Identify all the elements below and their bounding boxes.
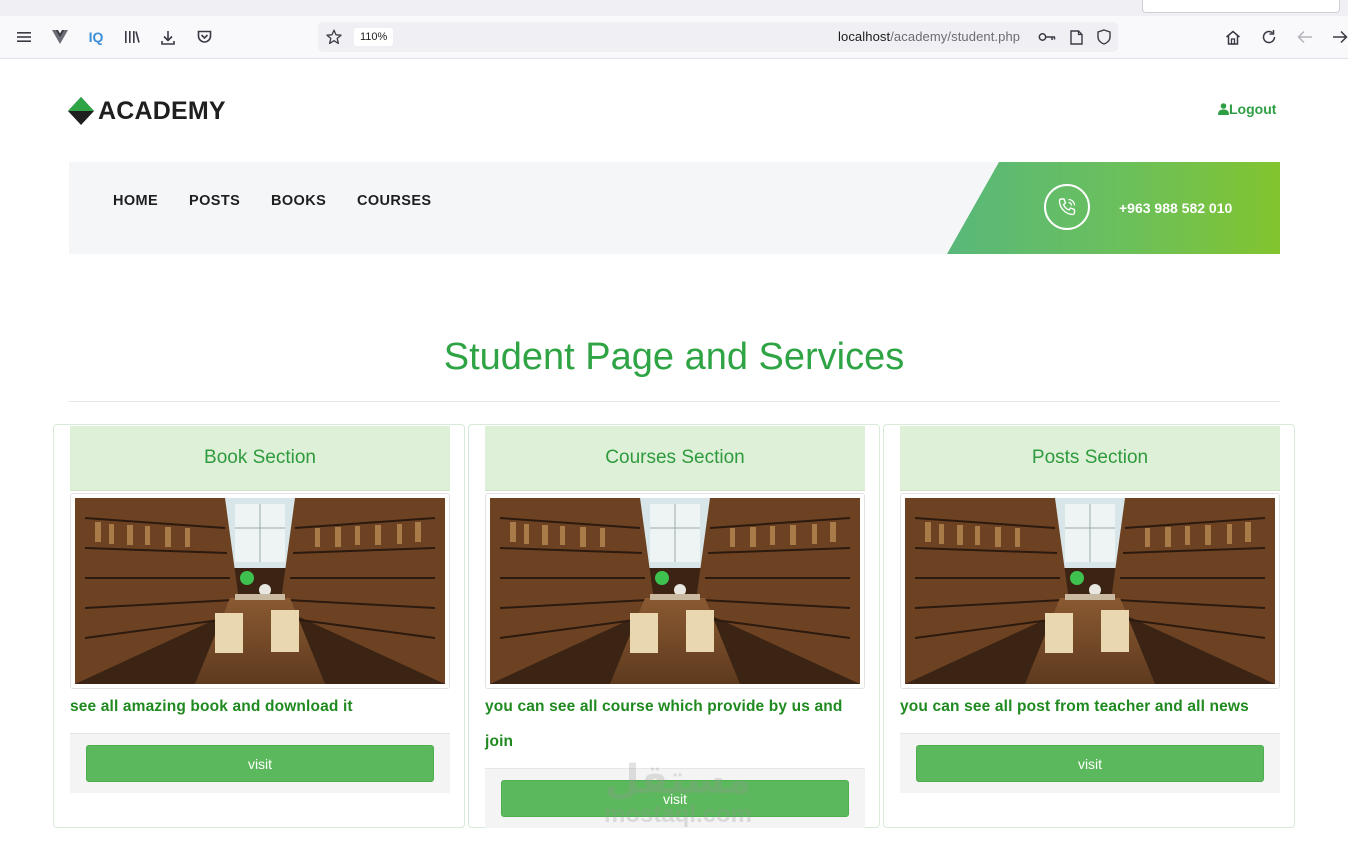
bookmark-star-icon[interactable] [324, 27, 344, 47]
reload-icon[interactable] [1259, 27, 1279, 47]
library-icon[interactable] [122, 27, 142, 47]
nav-item-posts[interactable]: POSTS [189, 193, 240, 209]
courses-section-card: Courses Section you can see all course w… [468, 424, 880, 828]
forward-arrow-icon[interactable] [1330, 27, 1348, 47]
card-title: Posts Section [900, 426, 1280, 491]
library-image [485, 493, 865, 689]
book-section-card: Book Section see all amazing book and do… [53, 424, 465, 828]
card-footer: visit [485, 768, 865, 828]
card-footer: visit [70, 733, 450, 793]
logo-diamond-icon [68, 97, 94, 125]
title-divider [68, 401, 1280, 402]
vue-devtools-icon[interactable] [50, 27, 70, 47]
nav-item-home[interactable]: HOME [113, 193, 158, 209]
zoom-level-badge[interactable]: 110% [354, 28, 394, 46]
phone-panel: +963 988 582 010 [947, 162, 1280, 254]
card-description: you can see all course which provide by … [485, 698, 843, 750]
visit-courses-button[interactable]: visit [501, 780, 849, 817]
library-image [900, 493, 1280, 689]
logout-link[interactable]: Logout [1218, 101, 1276, 117]
url-path: /academy/student.php [890, 29, 1021, 44]
nav-item-books[interactable]: BOOKS [271, 193, 326, 209]
library-image [70, 493, 450, 689]
visit-posts-button[interactable]: visit [916, 745, 1264, 782]
browser-toolbar: IQ 110% localhost/academy/student.php [0, 16, 1348, 59]
url-host: localhost [838, 29, 891, 44]
home-icon[interactable] [1223, 27, 1243, 47]
card-description: you can see all post from teacher and al… [900, 698, 1249, 715]
pocket-icon[interactable] [194, 27, 214, 47]
logout-label: Logout [1229, 101, 1277, 117]
reader-view-icon[interactable] [1066, 27, 1086, 47]
posts-section-card: Posts Section you can see all post from … [883, 424, 1295, 828]
user-icon [1218, 103, 1229, 115]
url-text[interactable]: localhost/academy/student.php [838, 29, 1020, 44]
card-footer: visit [900, 733, 1280, 793]
shield-icon[interactable] [1094, 27, 1114, 47]
nav-item-courses[interactable]: COURSES [357, 193, 432, 209]
download-icon[interactable] [158, 27, 178, 47]
visit-books-button[interactable]: visit [86, 745, 434, 782]
card-title: Book Section [70, 426, 450, 491]
page-title: Student Page and Services [443, 336, 905, 378]
academy-logo[interactable]: ACADEMY [68, 96, 226, 126]
search-box-edge[interactable] [1142, 0, 1340, 13]
phone-icon [1044, 184, 1090, 230]
window-top-strip [0, 0, 1348, 16]
card-title: Courses Section [485, 426, 865, 491]
address-bar[interactable]: 110% localhost/academy/student.php [318, 22, 1118, 52]
key-icon[interactable] [1037, 27, 1057, 47]
back-arrow-icon[interactable] [1295, 27, 1315, 47]
main-navbar: HOME POSTS BOOKS COURSES +963 988 582 01… [69, 162, 1280, 254]
iq-extension-icon[interactable]: IQ [86, 27, 106, 47]
phone-number[interactable]: +963 988 582 010 [1119, 200, 1232, 216]
menu-icon[interactable] [14, 27, 34, 47]
logo-text: ACADEMY [98, 96, 226, 125]
card-description: see all amazing book and download it [70, 698, 353, 715]
